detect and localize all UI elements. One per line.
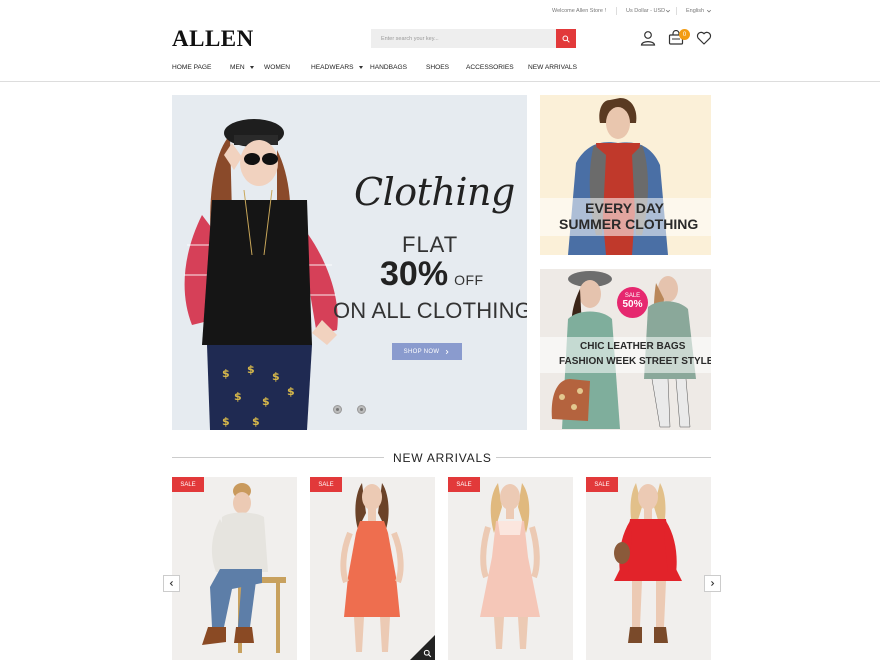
product-card[interactable]: SALE — [586, 477, 711, 660]
chevron-right-icon — [711, 581, 715, 586]
language-selector[interactable]: English — [686, 8, 704, 14]
hero-script-title: Clothing — [354, 170, 515, 214]
chevron-right-icon — [446, 349, 449, 354]
sale-badge: SALE 50% — [617, 287, 648, 318]
search-bar — [371, 29, 576, 48]
carousel-prev-button[interactable] — [163, 575, 180, 592]
hero-discount: 30% OFF — [380, 255, 484, 294]
promo-banner-summer[interactable]: EVERY DAY SUMMER CLOTHING — [540, 95, 711, 255]
product-image — [614, 483, 682, 643]
hero-slider[interactable]: $ $ $ $ $ $ $ $ Clothing FLAT 30% OFF ON ALL CL… — [172, 95, 527, 430]
shop-now-button[interactable]: SHOP NOW — [392, 343, 462, 360]
sale-tag: SALE — [172, 477, 204, 492]
user-icon[interactable] — [640, 30, 656, 46]
divider — [676, 7, 677, 15]
nav-label: ACCESSORIES — [466, 64, 514, 71]
svg-text:$: $ — [234, 390, 242, 403]
nav-item-home[interactable]: HOME PAGE — [172, 64, 211, 71]
section-title: NEW ARRIVALS — [393, 451, 492, 465]
product-card[interactable]: SALE — [310, 477, 435, 660]
chevron-left-icon — [169, 581, 173, 586]
zoom-icon[interactable] — [423, 649, 432, 658]
svg-text:$: $ — [222, 367, 230, 380]
main-nav: HOME PAGE MEN WOMEN HEADWEARS HANDBAGS S… — [0, 58, 880, 82]
slider-dot[interactable] — [357, 405, 366, 414]
nav-label: HANDBAGS — [370, 64, 408, 71]
divider — [616, 7, 617, 15]
sale-tag: SALE — [310, 477, 342, 492]
banner-title: EVERY DAY — [585, 200, 664, 216]
search-button[interactable] — [556, 29, 576, 48]
shop-now-label: SHOP NOW — [403, 348, 440, 355]
banner-title: CHIC LEATHER BAGS — [580, 341, 686, 352]
promo-banner-bags[interactable]: SALE 50% CHIC LEATHER BAGS FASHION WEEK … — [540, 269, 711, 430]
site-logo[interactable]: ALLEN — [172, 26, 254, 52]
search-icon — [562, 35, 570, 43]
product-card[interactable]: SALE — [448, 477, 573, 660]
svg-text:$: $ — [252, 415, 260, 428]
svg-text:$: $ — [287, 385, 295, 398]
banner-subtitle: SUMMER CLOTHING — [559, 216, 699, 232]
caret-down-icon — [249, 66, 254, 69]
nav-item-accessories[interactable]: ACCESSORIES — [466, 64, 514, 71]
nav-item-men[interactable]: MEN — [230, 64, 254, 71]
product-image — [480, 483, 540, 649]
nav-item-new-arrivals[interactable]: NEW ARRIVALS — [528, 64, 577, 71]
carousel-next-button[interactable] — [704, 575, 721, 592]
svg-text:$: $ — [272, 370, 280, 383]
hero-percent: 30% — [380, 255, 449, 293]
nav-item-women[interactable]: WOMEN — [264, 64, 290, 71]
nav-item-headwears[interactable]: HEADWEARS — [311, 64, 363, 71]
product-image — [202, 483, 286, 653]
chevron-down-icon[interactable] — [665, 8, 671, 14]
sale-tag: SALE — [586, 477, 618, 492]
nav-item-shoes[interactable]: SHOES — [426, 64, 449, 71]
nav-label: WOMEN — [264, 64, 291, 71]
banner-subtitle: FASHION WEEK STREET STYLE — [559, 356, 711, 367]
currency-selector[interactable]: Us Dollar - USD — [626, 8, 665, 14]
hero-off-text: OFF — [454, 272, 484, 288]
divider — [172, 457, 384, 458]
search-input[interactable] — [371, 29, 556, 48]
caret-down-icon — [358, 66, 363, 69]
nav-label: HOME PAGE — [172, 64, 212, 71]
nav-label: SHOES — [426, 64, 450, 71]
svg-text:$: $ — [262, 395, 270, 408]
top-bar: Welcome Allen Store ! Us Dollar - USD En… — [0, 0, 880, 22]
divider — [496, 457, 711, 458]
heart-icon[interactable] — [696, 30, 712, 46]
hero-model-image: $ $$$ $$$ $ — [184, 119, 338, 430]
hero-subtitle: ON ALL CLOTHING — [333, 298, 527, 323]
svg-text:$: $ — [247, 363, 255, 376]
slider-dot[interactable] — [333, 405, 342, 414]
sale-badge-value: 50% — [622, 299, 643, 310]
nav-label: NEW ARRIVALS — [528, 64, 577, 71]
chevron-down-icon[interactable] — [706, 8, 712, 14]
product-image — [340, 483, 404, 652]
nav-label: MEN — [230, 64, 245, 71]
sale-tag: SALE — [448, 477, 480, 492]
nav-item-handbags[interactable]: HANDBAGS — [370, 64, 407, 71]
cart-count-badge: 0 — [679, 29, 690, 40]
svg-text:$: $ — [222, 415, 230, 428]
product-card[interactable]: SALE — [172, 477, 297, 660]
welcome-text: Welcome Allen Store ! — [552, 8, 607, 14]
nav-label: HEADWEARS — [311, 64, 354, 71]
